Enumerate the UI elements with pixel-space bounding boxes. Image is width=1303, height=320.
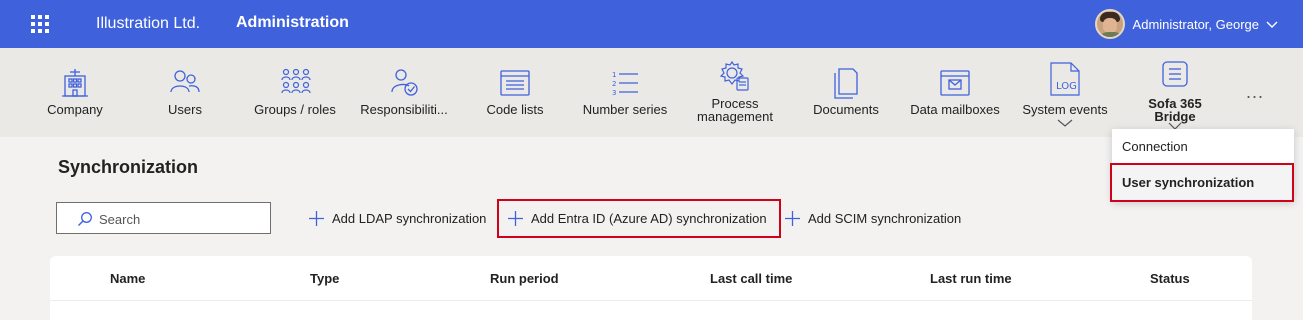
- number-series-icon: 123: [612, 71, 638, 97]
- app-title: Administration: [236, 14, 349, 31]
- ribbon-label: Number series: [582, 102, 668, 117]
- ribbon-label: Process management: [697, 96, 773, 124]
- ribbon-label: Responsibiliti...: [360, 102, 448, 117]
- company-name[interactable]: Illustration Ltd.: [96, 15, 200, 33]
- ribbon-item-number-series[interactable]: 123 Number series: [578, 48, 672, 137]
- building-icon: [62, 69, 88, 97]
- column-header-run-period[interactable]: Run period: [490, 271, 559, 286]
- more-icon[interactable]: ...: [1246, 82, 1264, 103]
- column-header-type[interactable]: Type: [310, 271, 339, 286]
- column-header-status[interactable]: Status: [1150, 271, 1190, 286]
- ribbon-label: Sofa 365 Bridge: [1148, 96, 1202, 124]
- search-box[interactable]: [56, 202, 271, 234]
- highlight-box: [1110, 163, 1294, 202]
- ribbon-label: Groups / roles: [254, 102, 336, 117]
- ribbon-item-code-lists[interactable]: Code lists: [480, 48, 550, 137]
- ribbon-item-data-mailboxes[interactable]: Data mailboxes: [906, 48, 1004, 137]
- add-ldap-sync-button[interactable]: Add LDAP synchronization: [308, 207, 486, 229]
- plus-icon: [309, 210, 324, 226]
- chevron-down-icon[interactable]: [1057, 118, 1073, 128]
- search-input[interactable]: [99, 209, 264, 229]
- mailbox-icon: [940, 70, 970, 96]
- column-header-last-call-time[interactable]: Last call time: [710, 271, 792, 286]
- chevron-down-icon[interactable]: [1265, 17, 1279, 31]
- column-header-name[interactable]: Name: [110, 271, 145, 286]
- user-name[interactable]: Administrator, George: [1133, 17, 1259, 32]
- add-scim-sync-label: Add SCIM synchronization: [808, 210, 962, 226]
- ribbon-item-groups[interactable]: Groups / roles: [250, 48, 340, 137]
- add-ldap-sync-label: Add LDAP synchronization: [332, 210, 487, 226]
- avatar: [1094, 9, 1125, 39]
- ribbon-item-responsibilities[interactable]: Responsibiliti...: [356, 48, 452, 137]
- highlight-box: [497, 199, 781, 238]
- ribbon-label: System events: [1022, 102, 1108, 117]
- ribbon-label: Users: [168, 102, 202, 117]
- table-divider: [50, 300, 1252, 301]
- user-menu[interactable]: Administrator, George: [1094, 9, 1279, 39]
- svg-text:1: 1: [612, 71, 616, 79]
- svg-text:2: 2: [612, 80, 616, 88]
- page-title: Synchronization: [58, 157, 199, 177]
- ribbon-item-documents[interactable]: Documents: [808, 48, 884, 137]
- menu-item-connection[interactable]: Connection: [1112, 129, 1294, 165]
- svg-text:3: 3: [612, 89, 616, 97]
- column-header-last-run-time[interactable]: Last run time: [930, 271, 1012, 286]
- code-list-icon: [500, 70, 530, 96]
- ribbon-toolbar: Company Users Groups / roles Responsibil…: [0, 48, 1303, 137]
- groups-icon: [281, 68, 311, 94]
- svg-text:LOG: LOG: [1056, 81, 1077, 92]
- ribbon-item-system-events[interactable]: LOG System events: [1018, 48, 1112, 137]
- search-icon: [78, 212, 92, 226]
- process-gear-icon: [719, 60, 749, 91]
- add-scim-sync-button[interactable]: Add SCIM synchronization: [784, 207, 961, 229]
- plus-icon: [785, 210, 800, 226]
- ribbon-label: Code lists: [486, 102, 544, 117]
- ribbon-item-users[interactable]: Users: [155, 48, 215, 137]
- top-bar: Illustration Ltd. Administration Adminis…: [0, 0, 1303, 48]
- users-icon: [170, 70, 200, 93]
- bridge-icon: [1162, 61, 1188, 87]
- ribbon-item-company[interactable]: Company: [40, 48, 110, 137]
- app-launcher-icon[interactable]: [31, 15, 49, 33]
- ribbon-label: Company: [47, 102, 103, 117]
- ribbon-item-process-management[interactable]: Process management: [690, 48, 780, 137]
- ribbon-label: Documents: [813, 102, 879, 117]
- documents-icon: [834, 68, 858, 99]
- responsibilities-icon: [391, 69, 418, 96]
- sync-table: Name Type Run period Last call time Last…: [50, 256, 1252, 320]
- log-icon: LOG: [1050, 62, 1080, 96]
- ribbon-label: Data mailboxes: [910, 102, 1000, 117]
